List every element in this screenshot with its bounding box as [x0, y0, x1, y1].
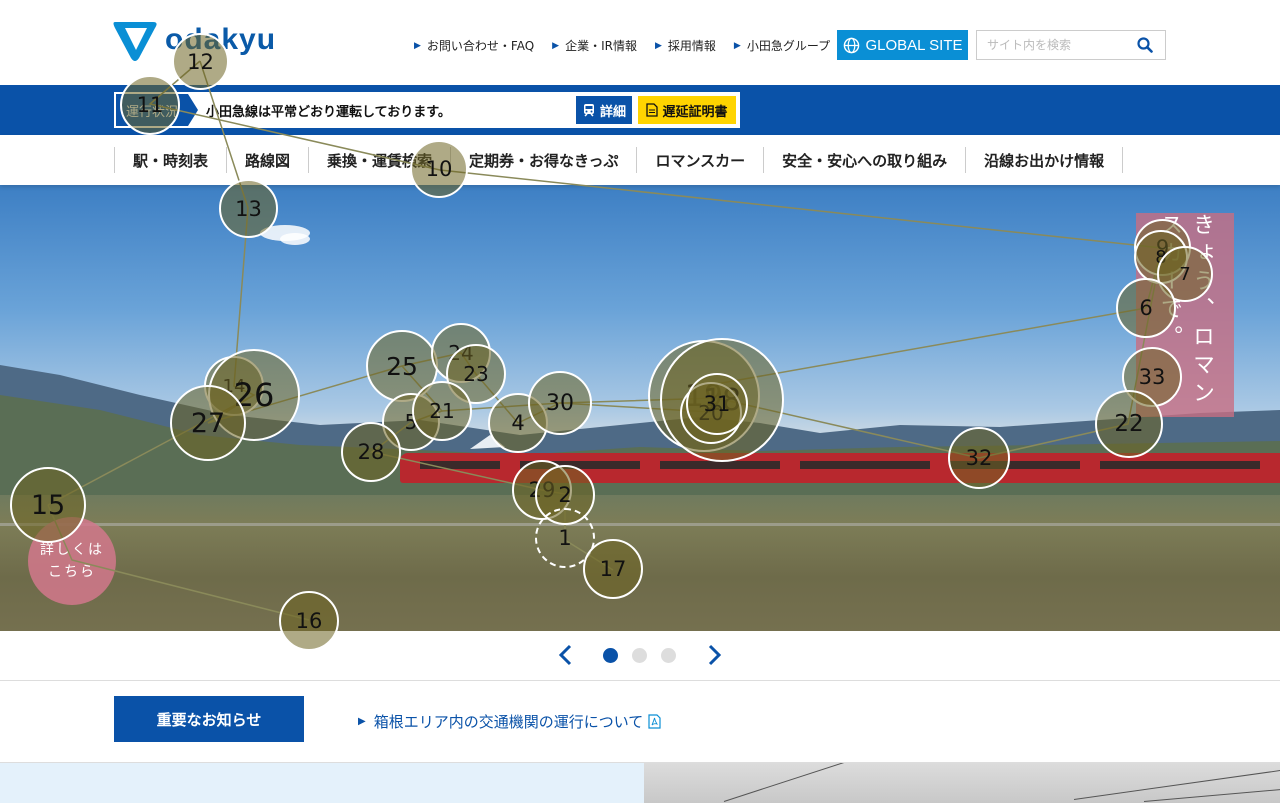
- important-notice: 重要なお知らせ ▶ 箱根エリア内の交通機関の運行について: [0, 681, 1280, 763]
- chevron-right-icon: [708, 644, 722, 666]
- site-search: [976, 30, 1166, 60]
- search-button[interactable]: [1127, 31, 1163, 59]
- chevron-right-icon: ▶: [358, 716, 366, 727]
- pdf-icon: [648, 714, 661, 729]
- chevron-right-icon: ▶: [654, 40, 662, 51]
- odakyu-logo[interactable]: odakyu: [113, 14, 318, 66]
- nav-item-safety[interactable]: 安全・安心への取り組み: [763, 147, 965, 173]
- chevron-right-icon: ▶: [552, 40, 560, 51]
- notice-label: 重要なお知らせ: [114, 696, 304, 742]
- nav-item-stations[interactable]: 駅・時刻表: [114, 147, 226, 173]
- utility-links: ▶ お問い合わせ・FAQ ▶ 企業・IR情報 ▶ 採用情報 ▶ 小田急グループ: [414, 37, 848, 54]
- util-link-ir[interactable]: ▶ 企業・IR情報: [552, 37, 637, 54]
- chevron-left-icon: [558, 644, 572, 666]
- carousel-dot-2[interactable]: [632, 648, 647, 663]
- nav-item-romancecar[interactable]: ロマンスカー: [636, 147, 763, 173]
- carousel-next-button[interactable]: [702, 643, 726, 667]
- operation-status-bar: 運行状況 小田急線は平常どおり運転しております。 詳細 遅延証明書: [0, 85, 1280, 135]
- hero-detail-button[interactable]: 詳しくは こちら: [28, 517, 116, 605]
- nav-item-passes[interactable]: 定期券・お得なきっぷ: [450, 147, 636, 173]
- nav-item-outings[interactable]: 沿線お出かけ情報: [965, 147, 1124, 173]
- search-icon: [1137, 37, 1153, 53]
- hero-carousel-slide[interactable]: きょう、ロマンスカーで。 詳しくは こちら: [0, 185, 1280, 631]
- nav-item-route-map[interactable]: 路線図: [226, 147, 308, 173]
- util-link-recruit[interactable]: ▶ 採用情報: [655, 37, 716, 54]
- logo-mark-icon: [113, 22, 157, 61]
- hero-campaign-badge[interactable]: きょう、ロマンスカーで。: [1136, 213, 1234, 417]
- util-link-faq[interactable]: ▶ お問い合わせ・FAQ: [414, 37, 534, 54]
- global-site-button[interactable]: GLOBAL SITE: [837, 30, 968, 60]
- train-icon: [583, 104, 594, 117]
- content-panel-left: [0, 763, 644, 803]
- util-link-group[interactable]: ▶ 小田急グループ: [734, 37, 830, 54]
- search-input[interactable]: [977, 31, 1127, 59]
- document-icon: [646, 103, 659, 117]
- notice-link-hakone[interactable]: ▶ 箱根エリア内の交通機関の運行について: [358, 711, 661, 732]
- chevron-right-icon: ▶: [414, 40, 421, 51]
- content-panel-right-image[interactable]: [644, 763, 1280, 803]
- globe-icon: [843, 37, 859, 53]
- carousel-dot-3[interactable]: [661, 648, 676, 663]
- carousel-dot-1[interactable]: [603, 648, 618, 663]
- delay-certificate-button[interactable]: 遅延証明書: [638, 96, 736, 124]
- cloud: [280, 233, 310, 245]
- nav-item-fare-search[interactable]: 乗換・運賃検索: [308, 147, 450, 173]
- global-navigation: 駅・時刻表 路線図 乗換・運賃検索 定期券・お得なきっぷ ロマンスカー 安全・安…: [0, 135, 1280, 185]
- carousel-prev-button[interactable]: [554, 643, 578, 667]
- farm-road: [0, 523, 1280, 526]
- status-detail-button[interactable]: 詳細: [576, 96, 632, 124]
- status-message: 小田急線は平常どおり運転しております。: [206, 104, 451, 120]
- carousel-controls: [0, 631, 1280, 681]
- status-label: 運行状況: [116, 94, 198, 126]
- chevron-right-icon: ▶: [733, 40, 741, 51]
- logo-wordmark: odakyu: [165, 23, 277, 56]
- site-header: odakyu ▶ お問い合わせ・FAQ ▶ 企業・IR情報 ▶ 採用情報 ▶ 小田急グル…: [0, 0, 1280, 85]
- status-panel: 運行状況 小田急線は平常どおり運転しております。 詳細 遅延証明書: [114, 92, 740, 128]
